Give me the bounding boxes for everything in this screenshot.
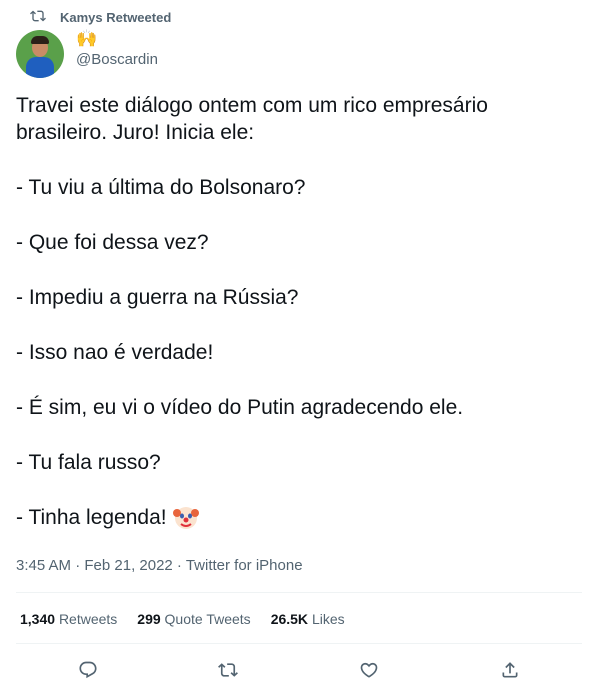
retweet-icon <box>30 8 46 27</box>
divider <box>16 592 582 593</box>
like-icon[interactable] <box>357 658 381 682</box>
tweet-author[interactable]: 🙌 @Boscardin <box>16 29 158 78</box>
reply-icon[interactable] <box>76 658 100 682</box>
divider <box>16 643 582 644</box>
tweet-actions <box>0 658 598 682</box>
share-icon[interactable] <box>498 658 522 682</box>
dialog-line-last: - Tinha legenda! <box>16 504 576 531</box>
avatar[interactable] <box>16 30 64 78</box>
tweet-stats: 1,340 Retweets 299 Quote Tweets 26.5K Li… <box>20 611 345 627</box>
dialog-line: - Tinha legenda! <box>16 506 167 529</box>
dialog-line: - Tu viu a última do Bolsonaro? <box>16 176 306 199</box>
retweets-stat[interactable]: 1,340 Retweets <box>20 611 117 627</box>
author-display-name[interactable]: 🙌 <box>76 29 158 49</box>
dialog-line: - Impediu a guerra na Rússia? <box>16 286 299 309</box>
tweet-text: Travei este diálogo ontem com um rico em… <box>16 92 576 531</box>
dialog-line: - Que foi dessa vez? <box>16 231 209 254</box>
retweeted-by[interactable]: Kamys Retweeted <box>30 8 171 26</box>
tweet-intro: Travei este diálogo ontem com um rico em… <box>16 94 488 144</box>
tweet-timestamp[interactable]: 3:45 AM · Feb 21, 2022 · Twitter for iPh… <box>16 557 303 574</box>
dialog-line: - É sim, eu vi o vídeo do Putin agradece… <box>16 396 464 419</box>
dialog-line: - Tu fala russo? <box>16 451 161 474</box>
clown-face-icon <box>172 505 199 531</box>
author-handle[interactable]: @Boscardin <box>76 51 158 68</box>
quote-tweets-stat[interactable]: 299 Quote Tweets <box>137 611 250 627</box>
likes-stat[interactable]: 26.5K Likes <box>271 611 345 627</box>
retweeted-by-label: Kamys Retweeted <box>60 9 172 25</box>
retweet-icon[interactable] <box>216 658 240 682</box>
dialog-line: - Isso nao é verdade! <box>16 341 214 364</box>
